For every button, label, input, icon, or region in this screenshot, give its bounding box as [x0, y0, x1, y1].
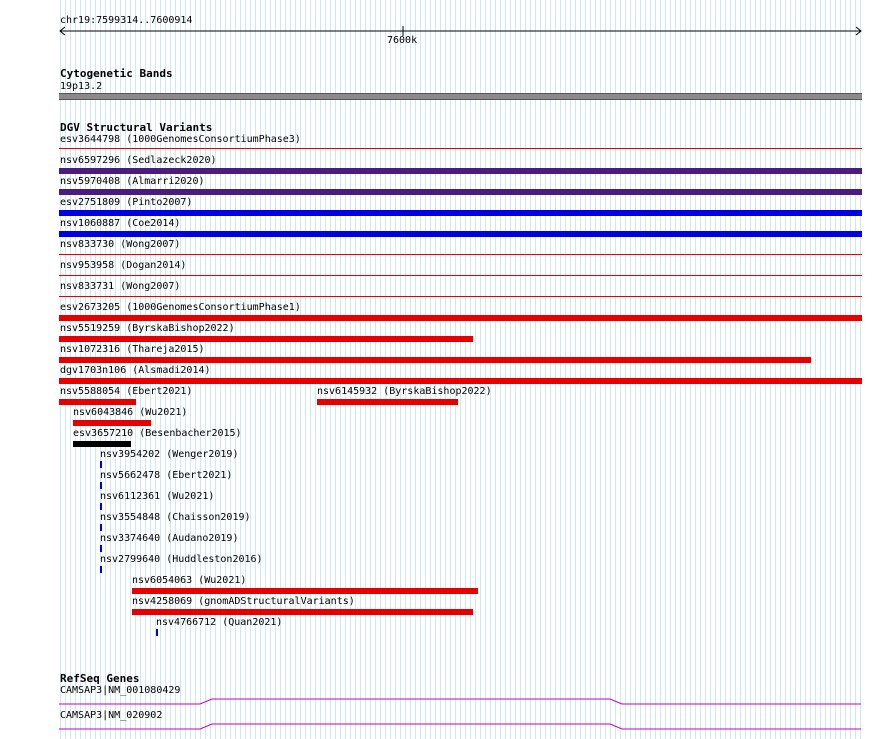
variant-bar[interactable] [59, 210, 862, 216]
variant-label[interactable]: nsv6112361 (Wu2021) [100, 491, 214, 503]
variant-bar[interactable] [100, 524, 102, 531]
variant-label[interactable]: esv2751809 (Pinto2007) [60, 197, 192, 209]
variant-bar[interactable] [132, 609, 473, 615]
variant-label[interactable]: nsv1060887 (Coe2014) [60, 218, 180, 230]
variant-bar[interactable] [59, 189, 862, 195]
variant-label[interactable]: nsv3554848 (Chaisson2019) [100, 512, 251, 524]
variant-label[interactable]: esv3644798 (1000GenomesConsortiumPhase3) [60, 134, 301, 146]
variant-bar[interactable] [132, 588, 478, 594]
variant-bar[interactable] [59, 399, 136, 405]
variant-bar[interactable] [59, 254, 862, 255]
variant-bar[interactable] [156, 629, 158, 636]
variant-bar[interactable] [59, 148, 862, 149]
variant-bar[interactable] [100, 482, 102, 489]
variant-bar[interactable] [317, 399, 458, 405]
variant-label[interactable]: nsv6145932 (ByrskaBishop2022) [317, 386, 492, 398]
gene-line [59, 723, 861, 730]
variant-bar[interactable] [59, 168, 862, 174]
variant-bar[interactable] [100, 545, 102, 552]
variant-label[interactable]: nsv3954202 (Wenger2019) [100, 449, 238, 461]
variant-bar[interactable] [100, 503, 102, 510]
variant-bar[interactable] [73, 441, 131, 447]
variant-bar[interactable] [59, 357, 811, 363]
variant-label[interactable]: nsv6043846 (Wu2021) [73, 407, 187, 419]
variant-label[interactable]: nsv4766712 (Quan2021) [156, 617, 282, 629]
variant-bar[interactable] [100, 461, 102, 468]
gene-model[interactable] [0, 719, 890, 731]
variant-bar[interactable] [100, 566, 102, 573]
variant-label[interactable]: nsv2799640 (Huddleston2016) [100, 554, 263, 566]
variant-label[interactable]: nsv5662478 (Ebert2021) [100, 470, 232, 482]
variant-label[interactable]: nsv5970408 (Almarri2020) [60, 176, 205, 188]
variant-label[interactable]: nsv4258069 (gnomADStructuralVariants) [132, 596, 355, 608]
variant-label[interactable]: esv3657210 (Besenbacher2015) [73, 428, 242, 440]
variant-label[interactable]: nsv6054063 (Wu2021) [132, 575, 246, 587]
variant-label[interactable]: nsv3374640 (Audano2019) [100, 533, 238, 545]
variant-label[interactable]: dgv1703n106 (Alsmadi2014) [60, 365, 211, 377]
variant-label[interactable]: nsv833731 (Wong2007) [60, 281, 180, 293]
gene-model[interactable] [0, 694, 890, 706]
variant-label[interactable]: nsv6597296 (Sedlazeck2020) [60, 155, 217, 167]
refseq-track-title[interactable]: RefSeq Genes [60, 673, 139, 685]
variant-bar[interactable] [73, 420, 151, 426]
variant-bar[interactable] [59, 296, 862, 297]
variant-label[interactable]: nsv5519259 (ByrskaBishop2022) [60, 323, 235, 335]
dgv-track: esv3644798 (1000GenomesConsortiumPhase3)… [0, 0, 890, 739]
variant-bar[interactable] [59, 315, 862, 321]
variant-label[interactable]: nsv833730 (Wong2007) [60, 239, 180, 251]
variant-bar[interactable] [59, 336, 473, 342]
gene-line [59, 698, 861, 705]
variant-bar[interactable] [59, 378, 862, 384]
variant-bar[interactable] [59, 231, 862, 237]
variant-label[interactable]: esv2673205 (1000GenomesConsortiumPhase1) [60, 302, 301, 314]
variant-label[interactable]: nsv5588054 (Ebert2021) [60, 386, 192, 398]
variant-bar[interactable] [59, 275, 862, 276]
variant-label[interactable]: nsv1072316 (Thareja2015) [60, 344, 205, 356]
variant-label[interactable]: nsv953958 (Dogan2014) [60, 260, 186, 272]
